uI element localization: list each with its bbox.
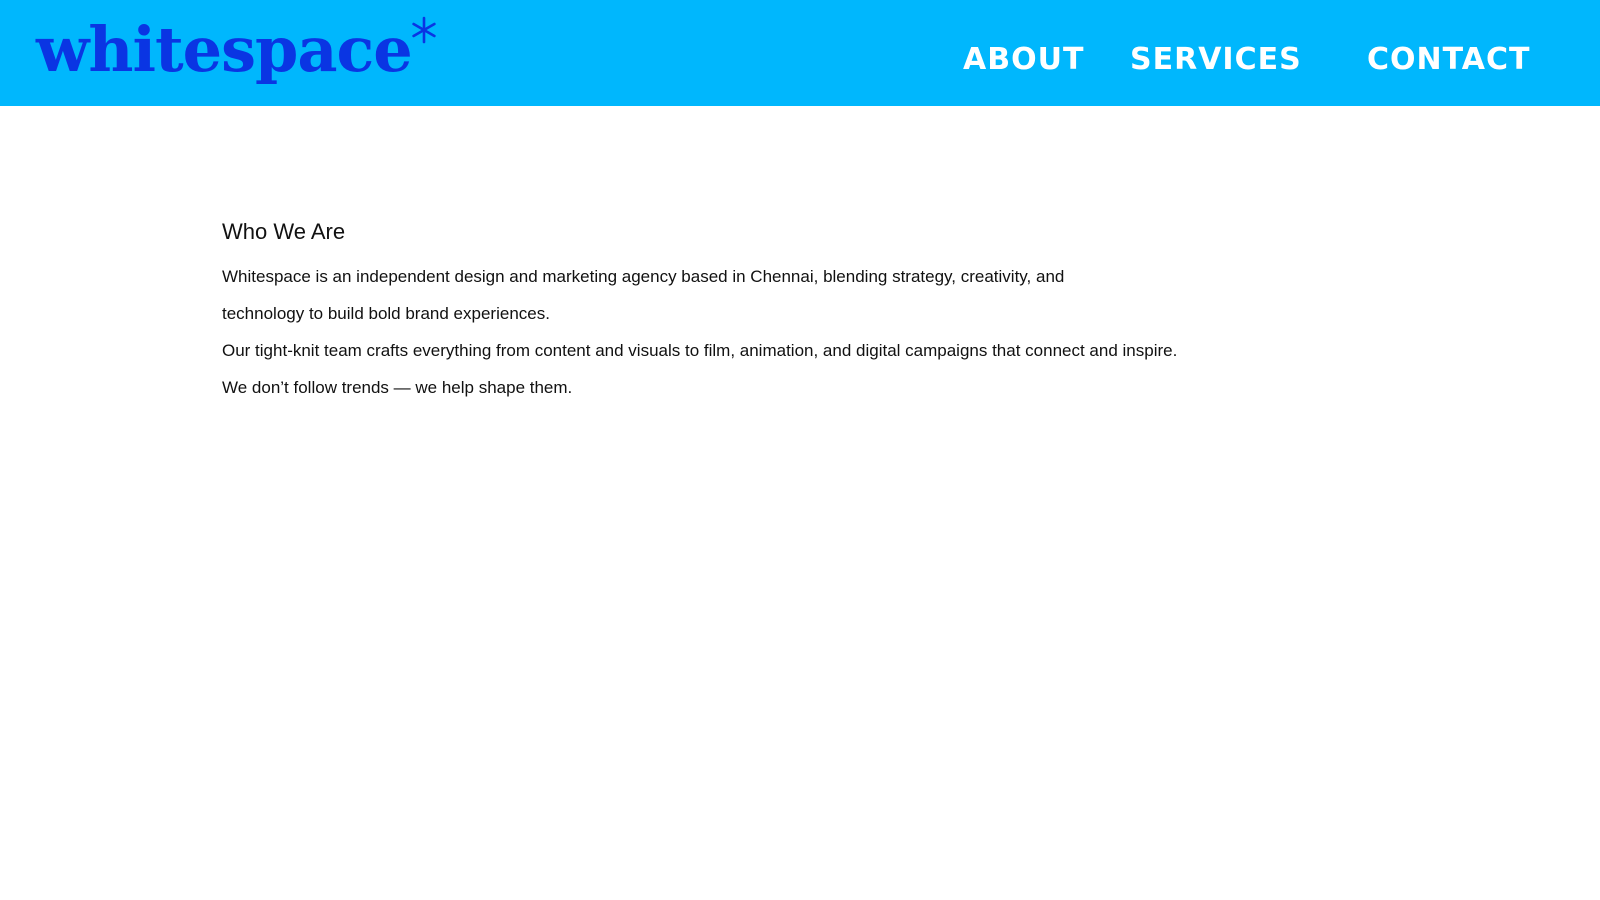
nav-about-link[interactable]: ABOUT xyxy=(963,40,1084,80)
section-heading: Who We Are xyxy=(222,219,346,244)
body-line: Our tight-knit team crafts everything fr… xyxy=(222,341,1178,360)
nav-contact-link[interactable]: CONTACT xyxy=(1367,40,1530,80)
who-we-are-section: Who We Are Whitespace is an independent … xyxy=(222,216,1422,406)
body-line: Whitespace is an independent design and … xyxy=(222,267,1065,286)
body-line: technology to build bold brand experienc… xyxy=(222,304,550,323)
body-line: We don’t follow trends — we help shape t… xyxy=(222,378,573,397)
main-nav: ABOUT SERVICES CONTACT xyxy=(0,40,1600,80)
site-header: whitespace ABOUT SERVICES CONTACT xyxy=(0,0,1600,106)
nav-services-link[interactable]: SERVICES xyxy=(1130,40,1302,80)
